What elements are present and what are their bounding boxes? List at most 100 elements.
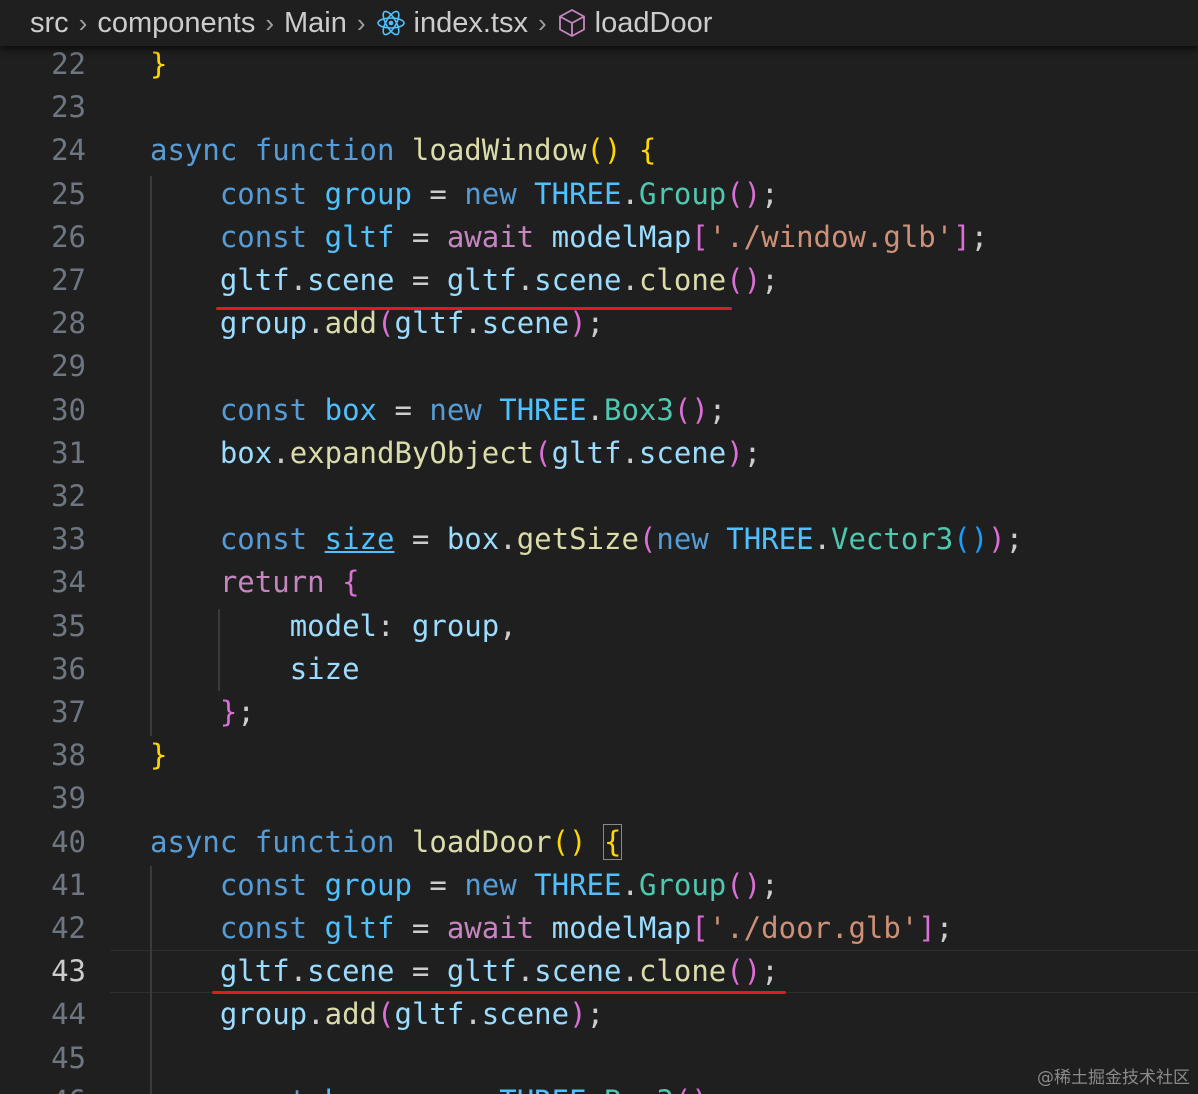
code-token: ) [569,306,587,340]
code-token: ] [918,911,936,945]
code-token: THREE [499,1084,586,1094]
code-line[interactable]: const box = new THREE.Box3(); [0,389,1198,432]
code-line[interactable]: group.add(gltf.scene); [0,993,1198,1036]
code-text: async function loadWindow() { [150,129,656,172]
code-token: gltf [219,954,290,988]
code-token: group [219,306,308,340]
code-line[interactable]: async function loadWindow() { [0,129,1198,172]
code-text: const gltf = await modelMap['./window.gl… [150,216,988,259]
code-editor[interactable]: 22 23 24 25 26 27 28 29 30 31 32 33 34 3… [0,46,1198,1094]
code-token: . [586,393,605,427]
code-line[interactable]: const gltf = await modelMap['./door.glb'… [0,907,1198,950]
breadcrumb-item-file[interactable]: index.tsx [376,7,528,40]
code-text: const group = new THREE.Group(); [150,864,779,907]
code-line[interactable]: size [0,648,1198,691]
code-token: Box3 [604,1084,674,1094]
code-line[interactable] [0,475,1198,518]
code-token: add [324,997,378,1031]
code-token: . [307,306,325,340]
code-token: gltf [551,436,622,470]
code-line[interactable] [0,777,1198,820]
code-token: = [411,177,465,211]
code-token: THREE [534,868,622,902]
code-token: ( [377,306,395,340]
code-text: box.expandByObject(gltf.scene); [150,432,761,475]
chevron-right-icon: › [265,7,275,38]
code-line[interactable]: async function loadDoor() { [0,821,1198,864]
code-token: = [394,911,447,945]
code-token: } [219,695,238,729]
code-line[interactable] [0,345,1198,388]
code-token: THREE [726,522,814,556]
code-text: const size = box.getSize(new THREE.Vecto… [150,518,1023,561]
code-token: } [150,47,168,81]
code-token: () [953,522,989,556]
code-token: new [464,177,535,211]
code-line[interactable]: gltf.scene = gltf.scene.clone(); [0,950,1198,993]
code-token: . [272,436,290,470]
code-line[interactable] [0,86,1198,129]
code-token: scene [534,954,622,988]
code-token: group [324,868,412,902]
breadcrumb-label: src [30,6,69,39]
code-line[interactable] [0,1037,1198,1080]
breadcrumb-item-src[interactable]: src [30,7,69,40]
code-token: await [446,911,552,945]
code-token: gltf [394,997,465,1031]
code-text: async function loadDoor() { [150,821,623,864]
code-token: const [219,177,325,211]
code-line[interactable]: const group = new THREE.Group(); [0,173,1198,216]
code-line[interactable]: const gltf = await modelMap['./window.gl… [0,216,1198,259]
code-token: const [220,1084,325,1094]
code-token: scene [481,997,570,1031]
code-token: new [429,393,500,427]
code-token: . [621,436,639,470]
code-text: const gltf = await modelMap['./door.glb'… [150,907,953,950]
code-token: THREE [534,177,622,211]
code-token: THREE [499,393,587,427]
code-line[interactable]: const size = box.getSize(new THREE.Vecto… [0,518,1198,561]
code-token: . [307,997,325,1031]
breadcrumb-label: Main [284,6,347,39]
code-token: ; [935,911,954,945]
code-text: model: group, [150,605,517,648]
code-token: ( [534,436,552,470]
code-token: [ [691,911,709,945]
code-token: ) [988,522,1006,556]
code-line[interactable]: const group = new THREE.Group(); [0,864,1198,907]
code-line[interactable]: model: group, [0,605,1198,648]
code-token: = [411,868,465,902]
code-line[interactable]: return { [0,561,1198,604]
code-line[interactable]: } [0,46,1198,86]
code-text: size [150,648,360,691]
chevron-right-icon: › [356,7,366,38]
breadcrumb-item-main[interactable]: Main [284,7,347,40]
code-line[interactable]: gltf.scene = gltf.scene.clone(); [0,259,1198,302]
breadcrumb-item-symbol[interactable]: loadDoor [557,7,712,40]
code-line[interactable]: }; [0,691,1198,734]
code-token: = [394,954,447,988]
code-line[interactable]: } [0,734,1198,777]
code-line[interactable]: const box = new THREE.Box3(); [0,1080,1198,1094]
code-token: scene [307,954,395,988]
code-line[interactable]: box.expandByObject(gltf.scene); [0,432,1198,475]
code-token: ; [237,695,255,729]
code-token: . [464,306,482,340]
code-token: add [324,306,378,340]
breadcrumb: src › components › Main › index.tsx › lo… [0,0,1198,46]
code-token: ; [586,997,605,1031]
code-token: () [726,263,762,297]
code-token: return [219,565,343,599]
code-token: { [342,565,360,599]
code-token: gltf [219,263,290,297]
code-token: modelMap [551,911,692,945]
breadcrumb-item-components[interactable]: components [97,7,255,40]
